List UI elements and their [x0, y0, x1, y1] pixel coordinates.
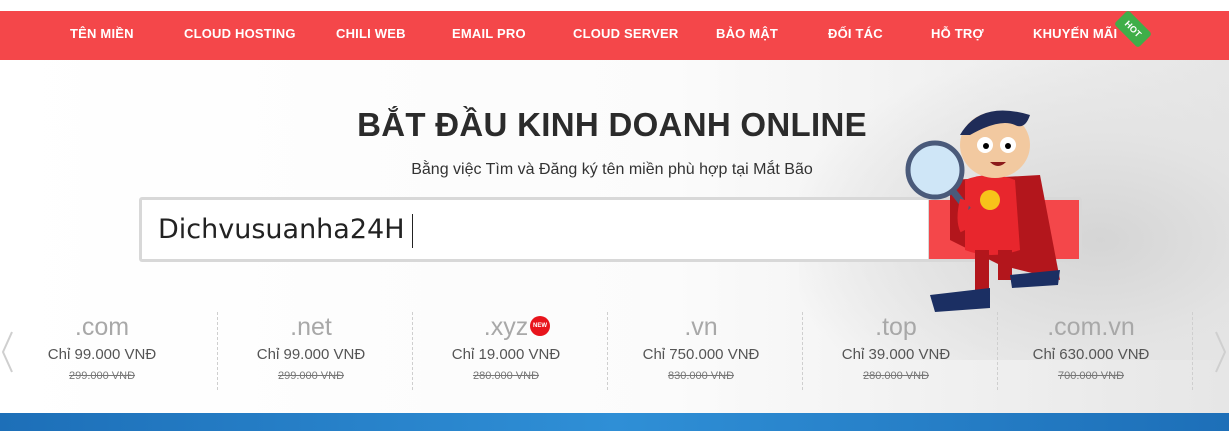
domain-ext: .vn	[684, 313, 718, 341]
domain-search-input[interactable]	[142, 200, 928, 259]
domain-ext: .com	[74, 313, 130, 341]
hot-tag: HOT	[1113, 9, 1153, 49]
nav-item-chili-web[interactable]: CHILI WEB	[336, 11, 406, 60]
domain-old-price: 830.000 VNĐ	[667, 370, 735, 382]
domain-ext: .xyz	[483, 313, 529, 341]
domain-ext: .net	[290, 313, 332, 341]
domain-price: Chỉ 99.000 VNĐ	[256, 346, 366, 363]
domain-price: Chỉ 99.000 VNĐ	[47, 346, 157, 363]
domain-old-price: 280.000 VNĐ	[472, 370, 540, 382]
domain-item-xyz[interactable]: .xyz Chỉ 19.000 VNĐ 280.000 VNĐ	[409, 312, 603, 402]
domain-price: Chỉ 39.000 VNĐ	[841, 346, 951, 363]
domain-item-com[interactable]: .com Chỉ 99.000 VNĐ 299.000 VNĐ	[5, 312, 199, 402]
domain-old-price: 280.000 VNĐ	[862, 370, 930, 382]
nav-item-cloud-hosting[interactable]: CLOUD HOSTING	[184, 11, 296, 60]
new-badge: NEW	[530, 316, 550, 336]
domain-item-net[interactable]: .net Chỉ 99.000 VNĐ 299.000 VNĐ	[214, 312, 408, 402]
domain-item-top[interactable]: .top Chỉ 39.000 VNĐ 280.000 VNĐ	[799, 312, 993, 402]
nav-item-email-pro[interactable]: EMAIL PRO	[452, 11, 526, 60]
domain-old-price: 299.000 VNĐ	[68, 370, 136, 382]
bottom-banner	[0, 413, 1229, 431]
domain-price: Chỉ 19.000 VNĐ	[451, 346, 561, 363]
nav-item-khuyen-mai[interactable]: KHUYẾN MÃI	[1033, 11, 1117, 60]
nav-item-ten-mien[interactable]: TÊN MIỀN	[70, 11, 134, 60]
domain-item-vn[interactable]: .vn Chỉ 750.000 VNĐ 830.000 VNĐ	[604, 312, 798, 402]
divider	[1192, 312, 1193, 390]
top-nav: TÊN MIỀN CLOUD HOSTING CHILI WEB EMAIL P…	[0, 9, 1229, 60]
domain-ext: .com.vn	[1047, 313, 1135, 341]
nav-item-bao-mat[interactable]: BẢO MẬT	[716, 11, 778, 60]
mascot-magnifier-icon	[905, 110, 1060, 312]
domain-price: Chỉ 630.000 VNĐ	[1032, 346, 1150, 363]
nav-item-doi-tac[interactable]: ĐỐI TÁC	[828, 11, 883, 60]
text-caret	[412, 214, 413, 248]
domain-item-com-vn[interactable]: .com.vn Chỉ 630.000 VNĐ 700.000 VNĐ	[994, 312, 1188, 402]
domain-old-price: 700.000 VNĐ	[1057, 370, 1125, 382]
chevron-left-icon[interactable]	[0, 330, 16, 375]
domain-price: Chỉ 750.000 VNĐ	[642, 346, 760, 363]
chevron-right-icon[interactable]	[1212, 330, 1228, 375]
nav-item-cloud-server[interactable]: CLOUD SERVER	[573, 11, 678, 60]
domain-ext: .top	[875, 313, 917, 341]
domain-old-price: 299.000 VNĐ	[277, 370, 345, 382]
nav-item-ho-tro[interactable]: HỖ TRỢ	[931, 11, 984, 60]
